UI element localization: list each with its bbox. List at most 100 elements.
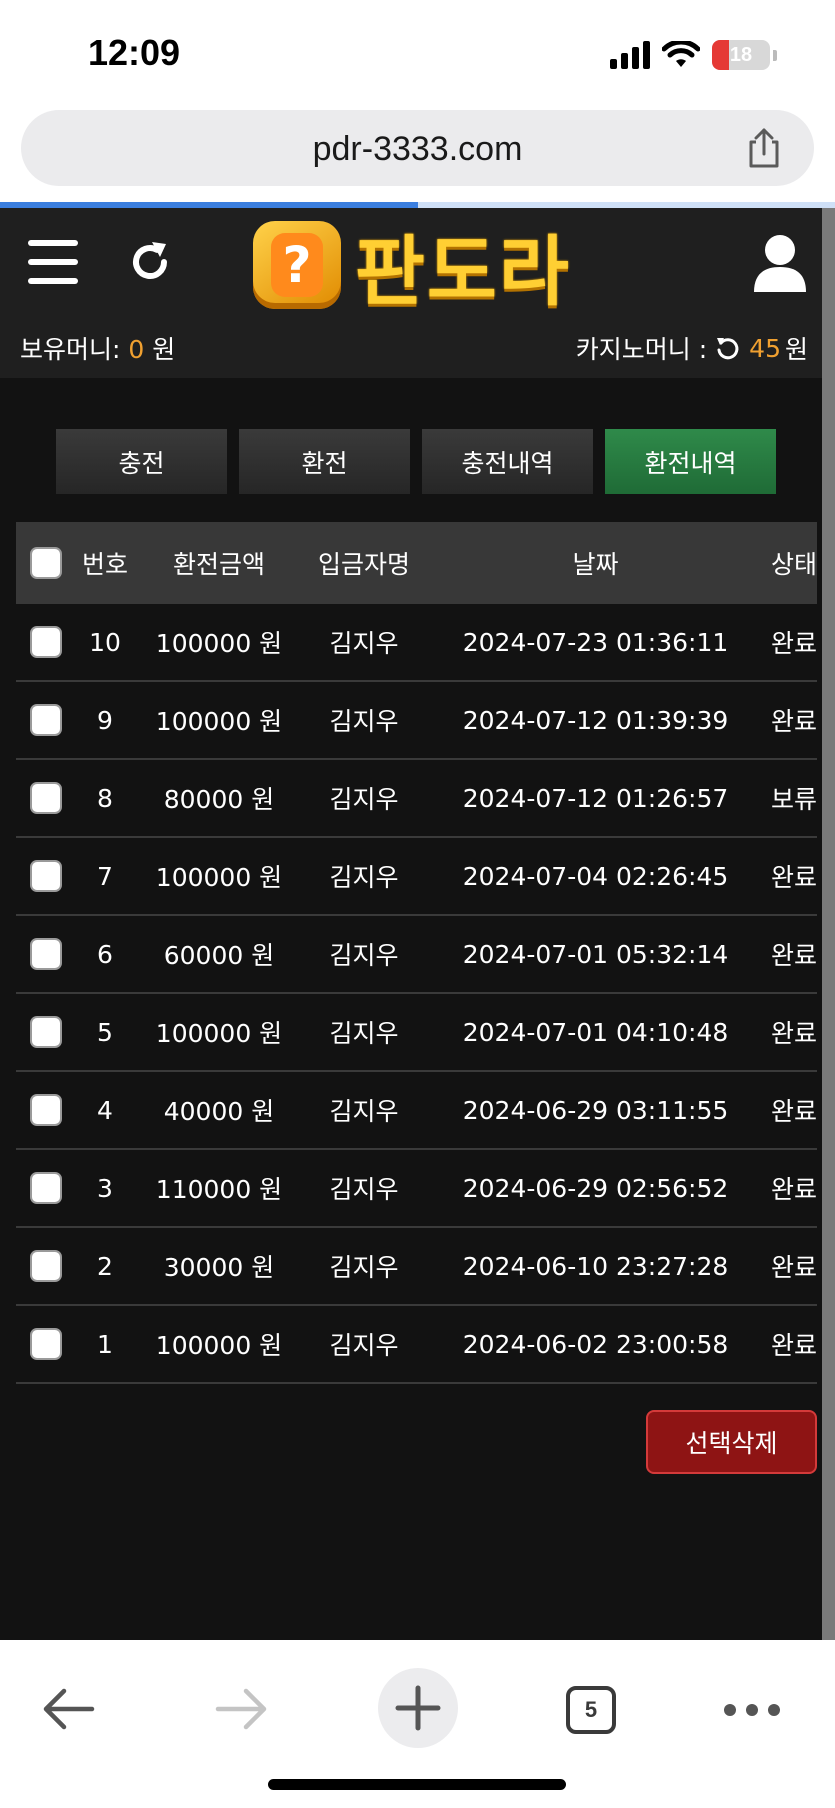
tab-charge[interactable]: 충전	[56, 429, 227, 494]
header-no: 번호	[81, 550, 128, 579]
row-number: 8	[97, 783, 113, 813]
table-header: 번호 환전금액 입금자명 날짜 상태	[16, 522, 817, 604]
wallet-value: 0	[128, 335, 145, 364]
wallet-balance: 보유머니: 0 원	[20, 330, 175, 366]
row-number: 2	[97, 1251, 113, 1281]
logo-question-icon: ?	[253, 221, 341, 309]
wifi-icon	[662, 41, 700, 67]
tab-exchange-history[interactable]: 환전내역	[605, 429, 776, 494]
website: ? 판도라 보유머니: 0 원 카지노머니 : 45 원 충전 환전 충전내역 …	[0, 208, 822, 1640]
row-number: 4	[97, 1095, 113, 1125]
row-status: 완료	[770, 1019, 817, 1048]
row-depositor-name: 김지우	[329, 1175, 399, 1204]
row-depositor-name: 김지우	[329, 1253, 399, 1282]
site-logo[interactable]: ? 판도라	[253, 220, 593, 316]
row-amount: 100000 원	[155, 1331, 283, 1360]
row-checkbox[interactable]	[30, 1172, 62, 1204]
row-checkbox[interactable]	[30, 626, 62, 658]
refresh-icon[interactable]	[126, 238, 174, 286]
table-row: 10 100000 원 김지우 2024-07-23 01:36:11 완료	[16, 604, 817, 682]
row-amount: 100000 원	[155, 1019, 283, 1048]
wallet-unit: 원	[152, 335, 176, 364]
table-row: 5 100000 원 김지우 2024-07-01 04:10:48 완료	[16, 994, 817, 1072]
row-checkbox[interactable]	[30, 1094, 62, 1126]
row-amount: 30000 원	[163, 1253, 275, 1282]
home-indicator[interactable]	[268, 1779, 566, 1790]
menu-icon[interactable]	[28, 240, 78, 284]
row-date: 2024-06-02 23:00:58	[462, 1329, 729, 1359]
row-status: 완료	[770, 707, 817, 736]
row-status: 완료	[770, 1175, 817, 1204]
casino-refresh-icon[interactable]	[715, 335, 741, 361]
browser-toolbar: 5	[0, 1640, 835, 1808]
row-amount: 100000 원	[155, 707, 283, 736]
address-bar[interactable]: pdr-3333.com	[21, 110, 814, 186]
row-date: 2024-07-01 05:32:14	[462, 939, 729, 969]
row-checkbox[interactable]	[30, 860, 62, 892]
casino-value: 45	[749, 333, 781, 363]
row-date: 2024-06-29 02:56:52	[462, 1173, 729, 1203]
battery-charging-icon: 18	[712, 40, 770, 70]
user-icon[interactable]	[752, 234, 808, 294]
row-depositor-name: 김지우	[329, 1331, 399, 1360]
row-checkbox[interactable]	[30, 1328, 62, 1360]
row-date: 2024-07-23 01:36:11	[462, 627, 729, 657]
scrollbar[interactable]	[822, 208, 835, 1640]
back-arrow-icon[interactable]	[40, 1684, 96, 1734]
row-amount: 100000 원	[155, 863, 283, 892]
delete-selected-button[interactable]: 선택삭제	[646, 1410, 817, 1474]
status-icons: 18	[610, 40, 777, 70]
screen: 12:09 18 pdr-3333.com ? 판도라 보유머니: 0 원 카지…	[0, 0, 835, 1808]
row-number: 1	[97, 1329, 113, 1359]
table-row: 2 30000 원 김지우 2024-06-10 23:27:28 완료	[16, 1228, 817, 1306]
row-amount: 60000 원	[163, 941, 275, 970]
row-status: 완료	[770, 1253, 817, 1282]
row-checkbox[interactable]	[30, 704, 62, 736]
row-date: 2024-06-29 03:11:55	[462, 1095, 729, 1125]
status-time: 12:09	[88, 32, 181, 73]
table-row: 8 80000 원 김지우 2024-07-12 01:26:57 보류	[16, 760, 817, 838]
url-text[interactable]: pdr-3333.com	[21, 130, 814, 169]
row-status: 완료	[770, 863, 817, 892]
table-row: 3 110000 원 김지우 2024-06-29 02:56:52 완료	[16, 1150, 817, 1228]
plus-icon	[395, 1685, 441, 1731]
row-checkbox[interactable]	[30, 782, 62, 814]
wallet-label: 보유머니:	[20, 335, 121, 364]
row-date: 2024-06-10 23:27:28	[462, 1251, 729, 1281]
row-status: 완료	[770, 1331, 817, 1360]
row-number: 9	[97, 705, 113, 735]
tab-charge-history[interactable]: 충전내역	[422, 429, 593, 494]
row-depositor-name: 김지우	[329, 941, 399, 970]
row-status: 완료	[770, 629, 817, 658]
row-checkbox[interactable]	[30, 1250, 62, 1282]
row-depositor-name: 김지우	[329, 1097, 399, 1126]
row-amount: 100000 원	[155, 629, 283, 658]
share-icon[interactable]	[742, 126, 786, 170]
row-status: 완료	[770, 1097, 817, 1126]
row-date: 2024-07-12 01:26:57	[462, 783, 729, 813]
logo-text: 판도라	[355, 227, 571, 316]
table-row: 4 40000 원 김지우 2024-06-29 03:11:55 완료	[16, 1072, 817, 1150]
row-number: 7	[97, 861, 113, 891]
row-date: 2024-07-04 02:26:45	[462, 861, 729, 891]
header-amount: 환전금액	[172, 550, 265, 579]
row-depositor-name: 김지우	[329, 863, 399, 892]
row-number: 3	[97, 1173, 113, 1203]
signal-icon	[610, 41, 650, 69]
row-depositor-name: 김지우	[329, 707, 399, 736]
casino-label: 카지노머니 :	[575, 335, 708, 364]
new-tab-button[interactable]	[378, 1668, 458, 1748]
more-dots-icon[interactable]	[724, 1696, 780, 1724]
row-date: 2024-07-01 04:10:48	[462, 1017, 729, 1047]
row-checkbox[interactable]	[30, 938, 62, 970]
tab-switcher-button[interactable]: 5	[566, 1686, 616, 1734]
row-amount: 110000 원	[155, 1175, 283, 1204]
status-bar: 12:09 18	[0, 0, 835, 100]
table-row: 9 100000 원 김지우 2024-07-12 01:39:39 완료	[16, 682, 817, 760]
table-row: 6 60000 원 김지우 2024-07-01 05:32:14 완료	[16, 916, 817, 994]
row-checkbox[interactable]	[30, 1016, 62, 1048]
row-number: 10	[89, 627, 121, 657]
tab-exchange[interactable]: 환전	[239, 429, 410, 494]
select-all-checkbox[interactable]	[30, 547, 62, 579]
row-status: 완료	[770, 941, 817, 970]
